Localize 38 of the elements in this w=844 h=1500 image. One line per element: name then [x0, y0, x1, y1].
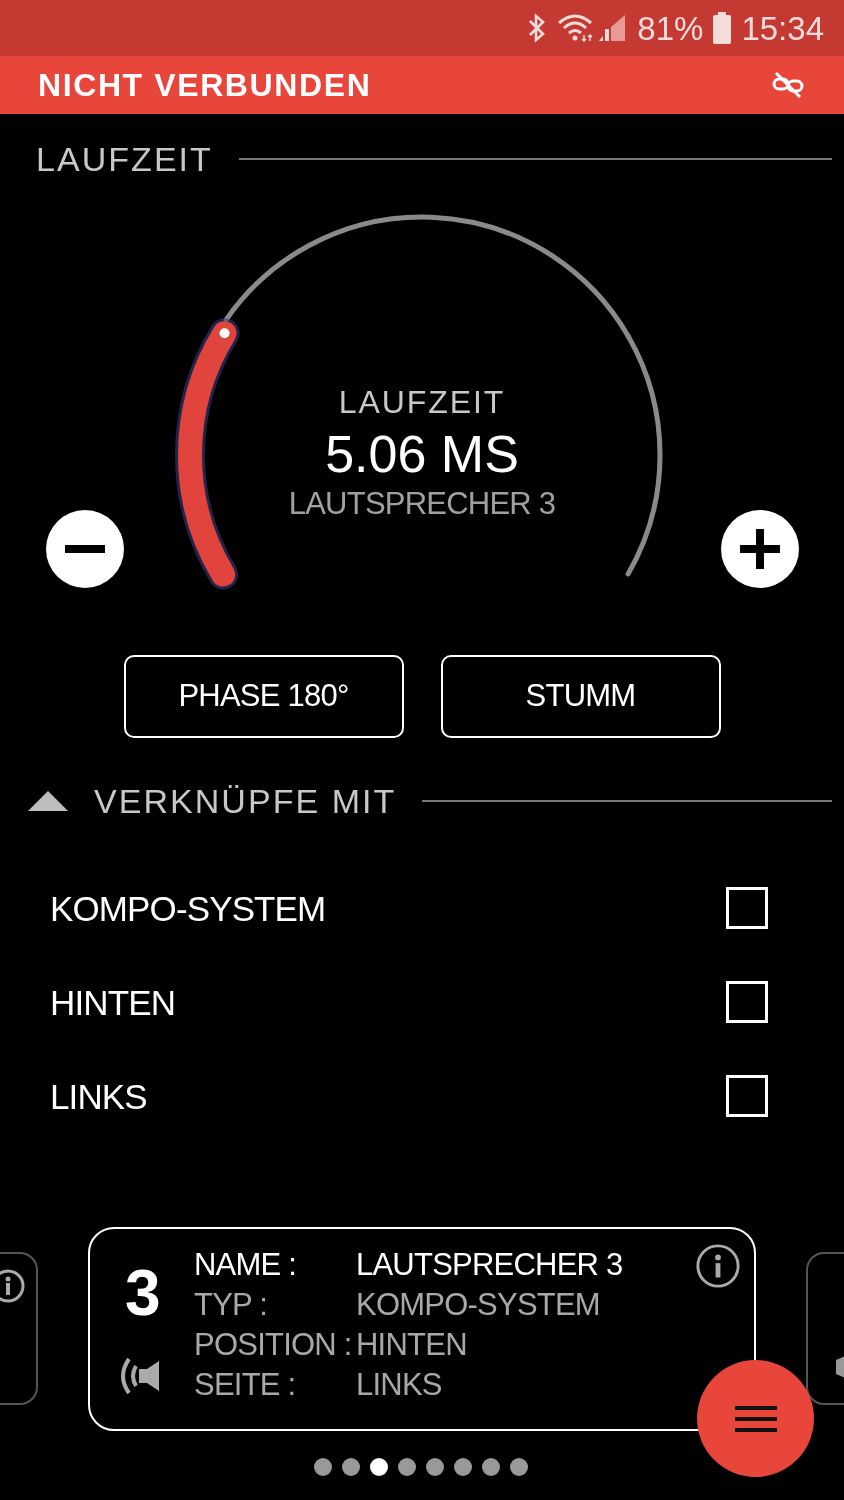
field-value: KOMPO-SYSTEM	[356, 1286, 601, 1324]
plus-icon	[740, 529, 780, 569]
unlinked-icon[interactable]	[772, 71, 804, 99]
checkbox[interactable]	[726, 981, 768, 1023]
checkbox[interactable]	[726, 887, 768, 929]
field-label: SEITE :	[194, 1366, 297, 1404]
dial-track[interactable]	[223, 214, 631, 339]
dial-label: LAUFZEIT	[338, 386, 506, 418]
field-value: LAUTSPRECHER 3	[356, 1246, 623, 1284]
dial-value: 5.06 MS	[325, 428, 519, 480]
battery-icon	[713, 12, 732, 44]
checkbox[interactable]	[726, 1075, 768, 1117]
clock-time: 15:34	[741, 11, 824, 45]
speaker-number: 3	[125, 1261, 159, 1325]
connection-status: NICHT VERBUNDEN	[38, 69, 372, 101]
field-label: POSITION :	[194, 1326, 353, 1364]
field-value: HINTEN	[356, 1326, 468, 1364]
toggle-button[interactable]: STUMM	[440, 655, 721, 738]
battery-percentage: 81%	[637, 11, 704, 45]
toggle-button[interactable]: PHASE 180°	[123, 655, 404, 738]
dial-fill[interactable]	[175, 318, 240, 590]
section-title: VERKNÜPFE MIT	[94, 784, 397, 818]
collapse-arrow-icon[interactable]	[28, 791, 68, 811]
dial-track[interactable]	[625, 333, 663, 577]
section-title: LAUFZEIT	[36, 142, 213, 176]
signal-icon	[557, 11, 628, 45]
option-label: HINTEN	[50, 984, 176, 1020]
dial-speaker-name: LAUTSPRECHER 3	[288, 488, 556, 519]
field-label: TYP :	[194, 1286, 269, 1324]
menu-icon	[734, 1403, 777, 1434]
option-label: LINKS	[50, 1078, 147, 1114]
minus-icon	[65, 545, 105, 553]
info-icon[interactable]	[0, 1268, 26, 1304]
field-value: LINKS	[356, 1366, 443, 1404]
speaker-card[interactable]: 3 NAME : LAUTSPRECHER 3 TYP : KOMPO-SYSTEM POSITION :HINTEN SEITE : LINKS	[88, 1227, 756, 1431]
info-icon[interactable]	[695, 1243, 741, 1289]
field-label: NAME :	[194, 1246, 298, 1284]
option-label: KOMPO-SYSTEM	[50, 890, 326, 926]
